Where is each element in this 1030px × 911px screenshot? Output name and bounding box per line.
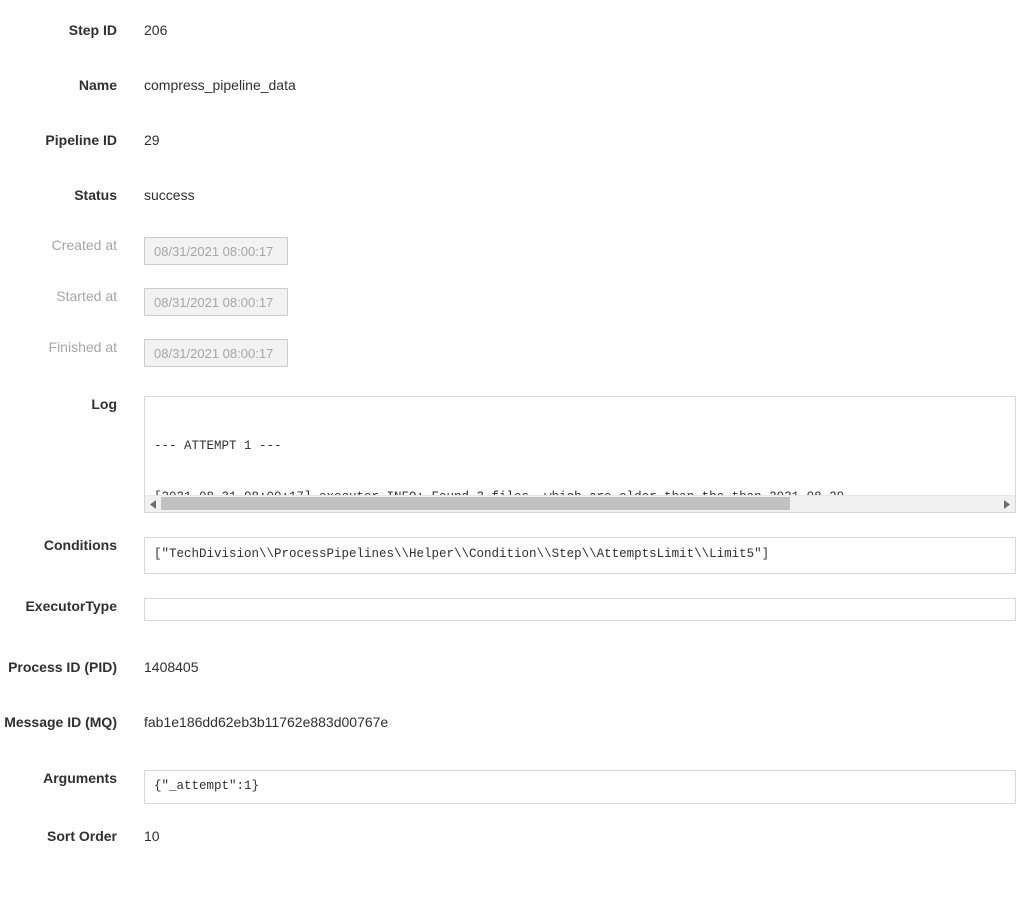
step-detail-form: Step ID 206 Name compress_pipeline_data … bbox=[0, 22, 1030, 845]
label-status: Status bbox=[74, 187, 117, 203]
control-name: compress_pipeline_data bbox=[144, 77, 1030, 94]
label-step-id: Step ID bbox=[68, 22, 117, 38]
label-pipeline-id: Pipeline ID bbox=[45, 132, 117, 148]
value-name: compress_pipeline_data bbox=[144, 77, 296, 93]
scrollbar-track[interactable] bbox=[161, 496, 999, 512]
control-created-at bbox=[144, 237, 1030, 265]
control-pipeline-id: 29 bbox=[144, 132, 1030, 149]
label-arguments: Arguments bbox=[43, 770, 117, 786]
field-row-executor-type: ExecutorType bbox=[0, 598, 1030, 621]
control-status: success bbox=[144, 187, 1030, 204]
conditions-textarea[interactable]: ["TechDivision\\ProcessPipelines\\Helper… bbox=[144, 537, 1016, 574]
triangle-left-icon[interactable] bbox=[145, 496, 161, 512]
triangle-right-icon[interactable] bbox=[999, 496, 1015, 512]
label-conditions: Conditions bbox=[43, 537, 117, 553]
control-message-id: fab1e186dd62eb3b11762e883d00767e bbox=[144, 714, 1030, 731]
control-arguments: {"_attempt":1} bbox=[144, 770, 1030, 804]
label-name: Name bbox=[78, 77, 117, 93]
field-row-pipeline-id: Pipeline ID 29 bbox=[0, 132, 1030, 149]
status-value: success bbox=[144, 187, 195, 203]
control-log: --- ATTEMPT 1 --- [2021-08-31 08:00:17] … bbox=[144, 396, 1030, 513]
arguments-textarea[interactable]: {"_attempt":1} bbox=[144, 770, 1016, 804]
label-started-at: Started at bbox=[56, 288, 117, 304]
control-executor-type bbox=[144, 598, 1030, 621]
label-sort-order: Sort Order bbox=[46, 828, 117, 844]
label-created-at: Created at bbox=[51, 237, 117, 253]
value-pipeline-id: 29 bbox=[144, 132, 160, 148]
field-row-step-id: Step ID 206 bbox=[0, 22, 1030, 39]
created-at-input bbox=[144, 237, 288, 265]
label-process-id: Process ID (PID) bbox=[8, 659, 117, 675]
field-row-arguments: Arguments {"_attempt":1} bbox=[0, 770, 1030, 804]
field-row-log: Log --- ATTEMPT 1 --- [2021-08-31 08:00:… bbox=[0, 396, 1030, 513]
value-sort-order: 10 bbox=[144, 828, 160, 844]
field-row-name: Name compress_pipeline_data bbox=[0, 77, 1030, 94]
label-finished-at: Finished at bbox=[48, 339, 117, 355]
field-row-finished-at: Finished at bbox=[0, 339, 1030, 367]
log-textarea[interactable]: --- ATTEMPT 1 --- [2021-08-31 08:00:17] … bbox=[144, 396, 1016, 513]
value-step-id: 206 bbox=[144, 22, 168, 38]
field-row-process-id: Process ID (PID) 1408405 bbox=[0, 659, 1030, 676]
control-step-id: 206 bbox=[144, 22, 1030, 39]
label-log: Log bbox=[91, 396, 117, 412]
control-conditions: ["TechDivision\\ProcessPipelines\\Helper… bbox=[144, 537, 1030, 574]
scrollbar-thumb[interactable] bbox=[161, 497, 790, 510]
log-content: --- ATTEMPT 1 --- [2021-08-31 08:00:17] … bbox=[145, 404, 1015, 495]
finished-at-input bbox=[144, 339, 288, 367]
field-row-status: Status success bbox=[0, 187, 1030, 204]
label-message-id: Message ID (MQ) bbox=[4, 714, 117, 730]
log-line: --- ATTEMPT 1 --- bbox=[154, 439, 282, 453]
label-executor-type: ExecutorType bbox=[25, 598, 117, 614]
control-sort-order: 10 bbox=[144, 828, 1030, 845]
started-at-input bbox=[144, 288, 288, 316]
value-message-id: fab1e186dd62eb3b11762e883d00767e bbox=[144, 714, 389, 730]
field-row-message-id: Message ID (MQ) fab1e186dd62eb3b11762e88… bbox=[0, 714, 1030, 731]
field-row-conditions: Conditions ["TechDivision\\ProcessPipeli… bbox=[0, 537, 1030, 574]
field-row-created-at: Created at bbox=[0, 237, 1030, 265]
control-process-id: 1408405 bbox=[144, 659, 1030, 676]
control-started-at bbox=[144, 288, 1030, 316]
log-horizontal-scrollbar[interactable] bbox=[145, 495, 1015, 512]
executor-type-input[interactable] bbox=[144, 598, 1016, 621]
value-process-id: 1408405 bbox=[144, 659, 199, 675]
control-finished-at bbox=[144, 339, 1030, 367]
field-row-started-at: Started at bbox=[0, 288, 1030, 316]
field-row-sort-order: Sort Order 10 bbox=[0, 828, 1030, 845]
